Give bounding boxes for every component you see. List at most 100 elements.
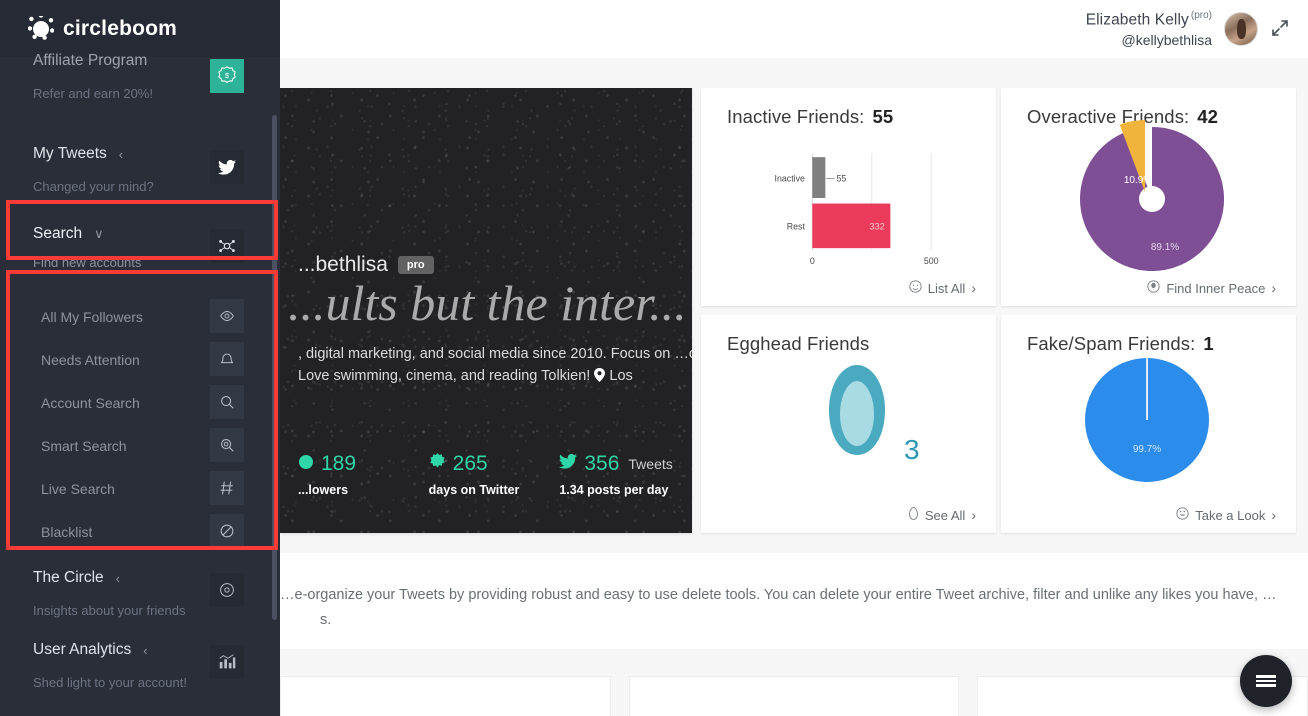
profile-pro-badge: pro — [397, 256, 434, 274]
meditation-icon — [1147, 280, 1160, 296]
sidebar-item-user-analytics[interactable]: User Analytics ‹ Shed light to your acco… — [0, 625, 280, 697]
profile-hero-card: ...bethlisa pro ...ults but the inter...… — [280, 88, 692, 533]
sidebar: circleboom Affiliate Program Refer and e… — [0, 0, 280, 716]
user-account-block[interactable]: Elizabeth Kelly (pro) @kellybethlisa — [1086, 9, 1308, 49]
dollar-badge-icon: $ — [210, 59, 244, 93]
egghead-friends-card: Egghead Friends 3 See All › — [701, 315, 996, 533]
sidebar-item-my-tweets[interactable]: My Tweets ‹ Changed your mind? — [0, 135, 280, 219]
stat-days-on-twitter: 265 days on Twitter — [421, 452, 552, 497]
svg-text:500: 500 — [924, 256, 939, 266]
stat-followers: 189 ...lowers — [290, 452, 421, 497]
topbar-divider — [280, 58, 1308, 88]
egghead-friends-pictogram: 3 — [829, 365, 920, 465]
chevron-right-icon: › — [971, 507, 976, 523]
bell-icon — [210, 342, 244, 376]
followers-icon — [298, 454, 314, 475]
sidebar-item-needs-attention[interactable]: Needs Attention — [0, 338, 280, 381]
bottom-mini-card-row: …R A NEW START? SOMETIMES, YOU JUST WALK… — [280, 676, 1308, 716]
user-pro-badge: (pro) — [1190, 9, 1212, 21]
svg-text:99.7%: 99.7% — [1133, 444, 1161, 455]
search-submenu: All My Followers Needs Attention Account… — [0, 285, 280, 553]
expand-arrows-icon[interactable] — [1270, 18, 1292, 40]
sidebar-item-label: My Tweets — [33, 145, 107, 162]
chevron-down-icon: ∨ — [94, 226, 104, 241]
footer-link-label: Find Inner Peace — [1166, 280, 1266, 296]
svg-text:10.9%: 10.9% — [1124, 175, 1152, 186]
inactive-card-footer-link[interactable]: List All › — [909, 280, 976, 296]
stat-value-suffix: Tweets — [628, 456, 673, 472]
user-handle: @kellybethlisa — [1121, 31, 1212, 48]
profile-bio: , digital marketing, and social media si… — [298, 343, 692, 390]
stat-label: 1.34 posts per day — [559, 483, 669, 497]
sidebar-menu: Affiliate Program Refer and earn 20%! $ … — [0, 35, 280, 694]
mini-card[interactable]: SOMETIMES, YOU JUST WALK AWAY! — [628, 676, 960, 716]
network-nodes-icon — [210, 229, 244, 263]
fakespam-friends-pie-chart: 99.7% — [1085, 358, 1209, 482]
egghead-card-footer-link[interactable]: See All › — [908, 507, 976, 523]
stat-label: days on Twitter — [428, 483, 520, 497]
sidebar-item-label: Account Search — [41, 394, 140, 411]
sidebar-item-live-search[interactable]: Live Search — [0, 467, 280, 510]
user-text-block: Elizabeth Kelly (pro) @kellybethlisa — [1086, 9, 1212, 49]
card-title-text: Egghead Friends — [727, 333, 870, 354]
egghead-count: 3 — [904, 434, 920, 465]
user-name: Elizabeth Kelly — [1085, 11, 1189, 29]
card-title-value: 55 — [872, 106, 894, 127]
sidebar-item-label: All My Followers — [41, 308, 143, 325]
overactive-friends-card: Overactive Friends: 42 10.9% 89.1% Find I… — [1001, 88, 1296, 306]
fakespam-card-footer-link[interactable]: Take a Look › — [1176, 507, 1276, 523]
svg-text:55: 55 — [837, 173, 847, 183]
chevron-right-icon: › — [1271, 507, 1276, 523]
overactive-friends-donut-chart: 10.9% 89.1% — [1080, 120, 1225, 271]
app-root: ...bethlisa pro ...ults but the inter...… — [0, 0, 1308, 716]
sidebar-item-account-search[interactable]: Account Search — [0, 381, 280, 424]
sidebar-item-label: The Circle — [33, 569, 104, 586]
stat-tweets: 356 Tweets 1.34 posts per day — [551, 452, 682, 497]
profile-cover-quote: ...ults but the inter... — [288, 275, 687, 331]
laughing-face-icon — [1176, 507, 1189, 523]
target-circle-icon — [210, 573, 244, 607]
mini-card[interactable]: …R A NEW START? — [280, 676, 611, 716]
stat-label: ...lowers — [298, 483, 349, 497]
footer-link-label: Take a Look — [1195, 507, 1266, 523]
neutral-face-icon — [909, 280, 922, 296]
sidebar-item-label: Search — [33, 225, 83, 242]
sidebar-item-all-my-followers[interactable]: All My Followers — [0, 295, 280, 338]
eye-icon — [210, 299, 244, 333]
stat-value: 356 — [584, 452, 620, 475]
sidebar-item-label: Needs Attention — [41, 351, 140, 368]
card-title: Inactive Friends: 55 — [701, 88, 996, 128]
inactive-friends-card: Inactive Friends: 55 Inactive Rest 55 332… — [701, 88, 996, 306]
sidebar-item-label: User Analytics — [33, 641, 132, 658]
sidebar-scrollbar[interactable] — [272, 115, 277, 620]
sidebar-item-label: Smart Search — [41, 437, 127, 454]
sidebar-item-affiliate-program[interactable]: Affiliate Program Refer and earn 20%! $ — [0, 35, 280, 135]
avatar[interactable] — [1224, 12, 1258, 46]
footer-link-label: See All — [924, 507, 966, 523]
floating-menu-button[interactable] — [1240, 655, 1292, 707]
twitter-bird-icon — [210, 150, 244, 184]
sidebar-item-smart-search[interactable]: Smart Search — [0, 424, 280, 467]
stat-value: 189 — [321, 452, 357, 475]
stat-value: 265 — [452, 452, 488, 475]
twitter-star-icon — [429, 453, 446, 475]
sidebar-item-label: Blacklist — [41, 523, 93, 540]
twitter-bird-icon — [559, 453, 578, 474]
footer-link-label: List All — [927, 280, 966, 296]
profile-location: Los — [609, 368, 633, 385]
svg-text:$: $ — [225, 71, 229, 80]
main-content: ...bethlisa pro ...ults but the inter...… — [280, 88, 1308, 716]
sidebar-item-search[interactable]: Search ∨ Find new accounts — [0, 219, 280, 285]
sidebar-item-label: Affiliate Program — [33, 52, 148, 69]
chevron-right-icon: › — [971, 280, 976, 296]
bottom-description-block: …e-organize your Tweets by providing rob… — [280, 553, 1308, 649]
card-title-text: Inactive Friends: — [727, 106, 865, 127]
profile-bio-text: , digital marketing, and social media si… — [298, 346, 692, 385]
svg-text:0: 0 — [810, 256, 815, 266]
bar-chart-icon — [210, 645, 244, 679]
egg-icon — [908, 507, 919, 523]
profile-stats: 189 ...lowers 265 days on Twitter 356 Tw… — [280, 452, 692, 497]
overactive-card-footer-link[interactable]: Find Inner Peace › — [1147, 280, 1276, 296]
sidebar-item-blacklist[interactable]: Blacklist — [0, 510, 280, 553]
sidebar-item-the-circle[interactable]: The Circle ‹ Insights about your friends — [0, 553, 280, 625]
